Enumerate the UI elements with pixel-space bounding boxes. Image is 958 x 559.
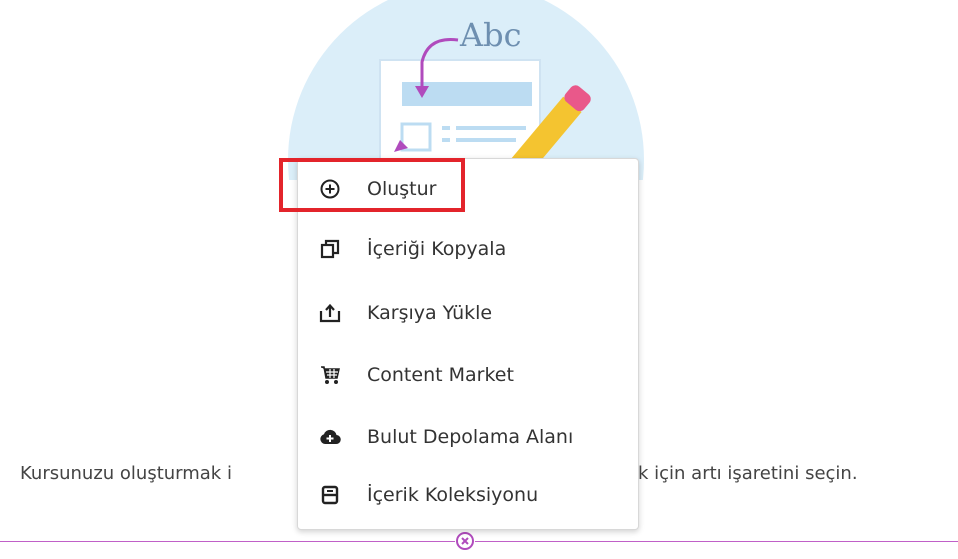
cart-icon bbox=[319, 364, 341, 386]
menu-item-cloud-storage[interactable]: Bulut Depolama Alanı bbox=[298, 409, 638, 465]
menu-item-content-market[interactable]: Content Market bbox=[298, 347, 638, 403]
close-circle-icon bbox=[456, 532, 474, 550]
menu-item-label: Karşıya Yükle bbox=[367, 302, 493, 324]
menu-item-label: İçerik Koleksiyonu bbox=[367, 484, 539, 506]
empty-state-illustration: Abc bbox=[288, 0, 644, 338]
menu-item-label: İçeriği Kopyala bbox=[367, 238, 507, 260]
collection-icon bbox=[319, 484, 341, 506]
copy-icon bbox=[319, 238, 341, 260]
close-add-menu-button[interactable] bbox=[455, 531, 475, 551]
section-divider bbox=[0, 541, 958, 542]
menu-item-label: Oluştur bbox=[367, 178, 437, 200]
illustration-sample-text: Abc bbox=[459, 16, 522, 54]
plus-circle-icon bbox=[319, 178, 341, 200]
menu-item-label: Bulut Depolama Alanı bbox=[367, 426, 574, 448]
upload-icon bbox=[319, 302, 341, 324]
menu-item-create[interactable]: Oluştur bbox=[298, 161, 638, 217]
menu-item-content-collection[interactable]: İçerik Koleksiyonu bbox=[298, 467, 638, 523]
add-content-menu: Oluştur İçeriği Kopyala Karşıya Yükle Co… bbox=[297, 158, 639, 530]
empty-state-message-right: k için artı işaretini seçin. bbox=[638, 463, 858, 484]
menu-item-upload[interactable]: Karşıya Yükle bbox=[298, 285, 638, 341]
menu-item-copy-content[interactable]: İçeriği Kopyala bbox=[298, 221, 638, 277]
menu-item-label: Content Market bbox=[367, 364, 514, 386]
empty-state-message-left: Kursunuzu oluşturmak i bbox=[20, 463, 232, 484]
cloud-add-icon bbox=[319, 426, 341, 448]
